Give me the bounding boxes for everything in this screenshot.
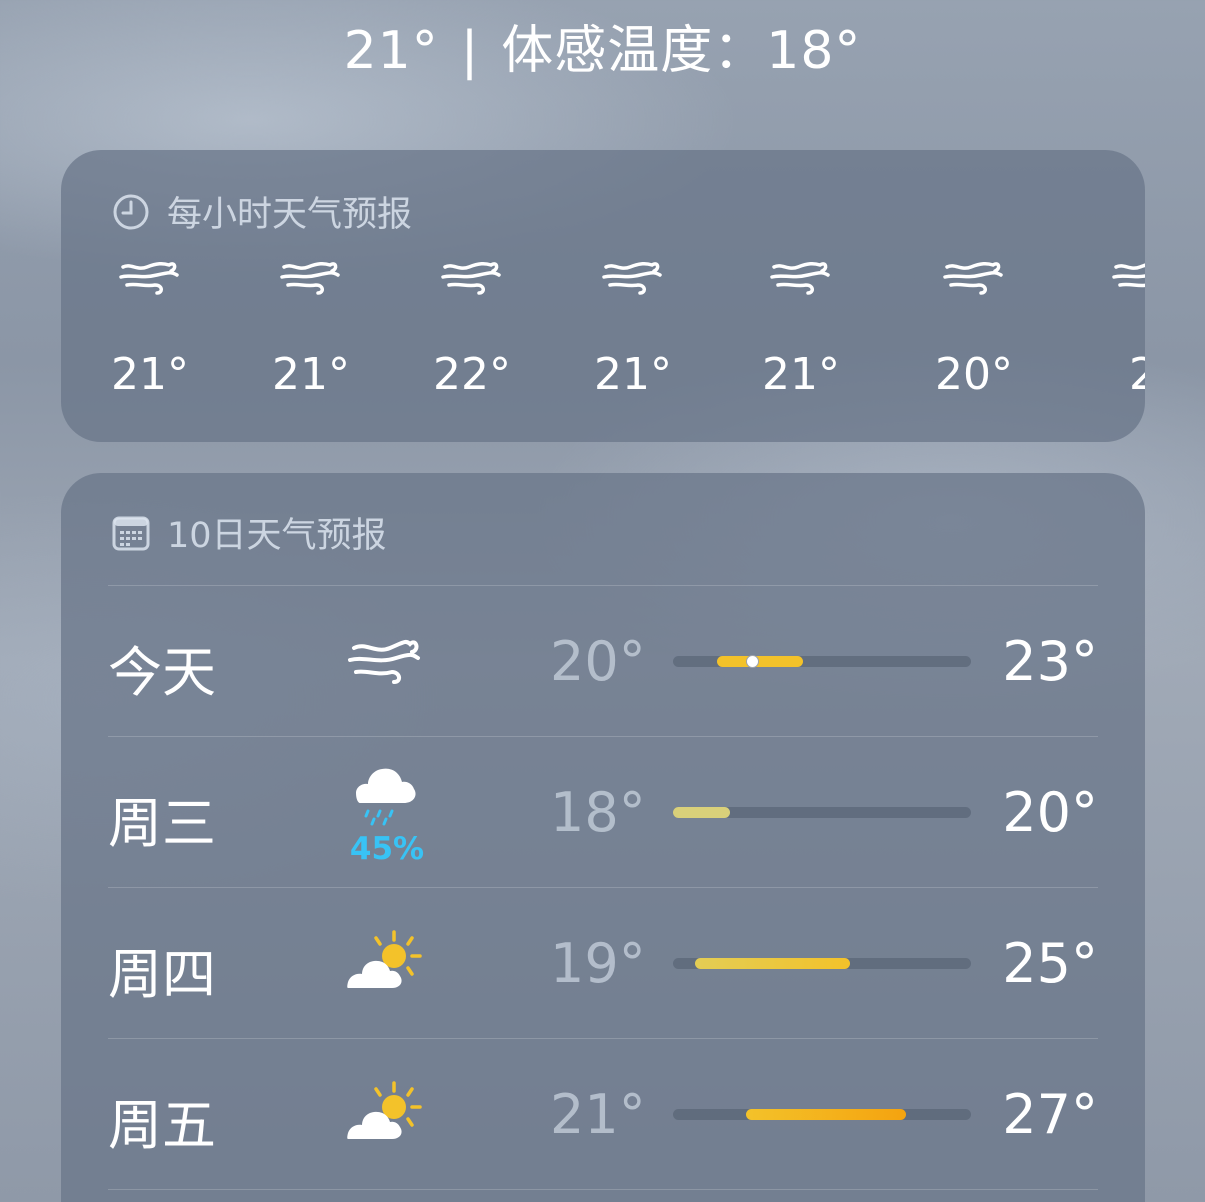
wind-icon: [1112, 263, 1145, 288]
hour-item[interactable]: 2: [1083, 255, 1145, 400]
daily-row-wed[interactable]: 周三 45% 18° 20°: [108, 736, 1098, 887]
hour-item[interactable]: 21°: [573, 255, 693, 400]
calendar-icon: [112, 516, 150, 550]
high-temp: 27°: [1002, 1083, 1098, 1146]
current-temp-dot: [746, 655, 759, 668]
wind-icon: [602, 261, 662, 295]
hour-temp: 21°: [272, 349, 350, 400]
temp-range-bar: [746, 1109, 906, 1120]
daily-header: 10日天气预报: [111, 507, 387, 558]
temp-range-bar: [717, 656, 803, 667]
daily-title: 10日天气预报: [167, 516, 387, 556]
low-temp: 19°: [550, 932, 646, 995]
clock-icon: [113, 194, 149, 229]
hour-item[interactable]: 20°: [914, 255, 1034, 400]
cloud-rain-icon: [356, 768, 416, 826]
hour-temp: 2: [1129, 349, 1145, 400]
hour-temp: 21°: [594, 349, 672, 400]
hour-temp: 22°: [433, 349, 511, 400]
wind-icon: [943, 261, 1003, 295]
low-temp: 21°: [550, 1083, 646, 1146]
hour-temp: 21°: [762, 349, 840, 400]
wind-icon: [280, 261, 340, 295]
wind-icon: [348, 639, 420, 684]
day-label: 周四: [108, 943, 216, 1006]
hourly-forecast-card[interactable]: 每小时天气预报 21° 21° 22° 21° 21° 20° 2: [61, 150, 1145, 442]
hour-temp: 20°: [935, 349, 1013, 400]
daily-row-today[interactable]: 今天 20° 23°: [108, 585, 1098, 736]
day-label: 周五: [108, 1094, 216, 1157]
feels-like: 体感温度：18°: [501, 21, 862, 81]
precipitation-chance: 45%: [349, 831, 425, 867]
separator: |: [460, 21, 480, 81]
wind-icon: [119, 261, 179, 295]
daily-row-fri[interactable]: 周五 21° 27°: [108, 1038, 1098, 1189]
cloud-sun-icon: [347, 1081, 422, 1139]
temp-range-bar: [695, 958, 850, 969]
hour-item[interactable]: 22°: [412, 255, 532, 400]
low-temp: 20°: [550, 630, 646, 693]
low-temp: 18°: [550, 781, 646, 844]
hour-item[interactable]: 21°: [741, 255, 861, 400]
temp-range-track: [673, 655, 971, 668]
day-label: 今天: [108, 641, 216, 704]
hour-temp: 21°: [111, 349, 189, 400]
daily-row-thu[interactable]: 周四 19° 25°: [108, 887, 1098, 1038]
high-temp: 25°: [1002, 932, 1098, 995]
daily-forecast-card[interactable]: 10日天气预报 今天 20° 23° 周三 45% 18° 20° 周四 19°…: [61, 473, 1145, 1202]
daily-row-next[interactable]: [108, 1189, 1098, 1202]
high-temp: 20°: [1002, 781, 1098, 844]
hourly-title: 每小时天气预报: [167, 195, 413, 235]
temp-range-track: [673, 807, 971, 818]
temp-range-track: [673, 1109, 971, 1120]
high-temp: 23°: [1002, 630, 1098, 693]
hour-item[interactable]: 21°: [90, 255, 210, 400]
hourly-header: 每小时天气预报: [111, 186, 412, 237]
temp-range-bar: [673, 807, 730, 818]
wind-icon: [770, 261, 830, 295]
current-conditions: 21° | 体感温度：18°: [0, 8, 1205, 83]
day-label: 周三: [108, 792, 216, 855]
cloud-sun-icon: [347, 930, 422, 988]
current-temp: 21°: [343, 21, 439, 81]
temp-range-track: [673, 958, 971, 969]
hour-item[interactable]: 21°: [251, 255, 371, 400]
wind-icon: [441, 261, 501, 295]
